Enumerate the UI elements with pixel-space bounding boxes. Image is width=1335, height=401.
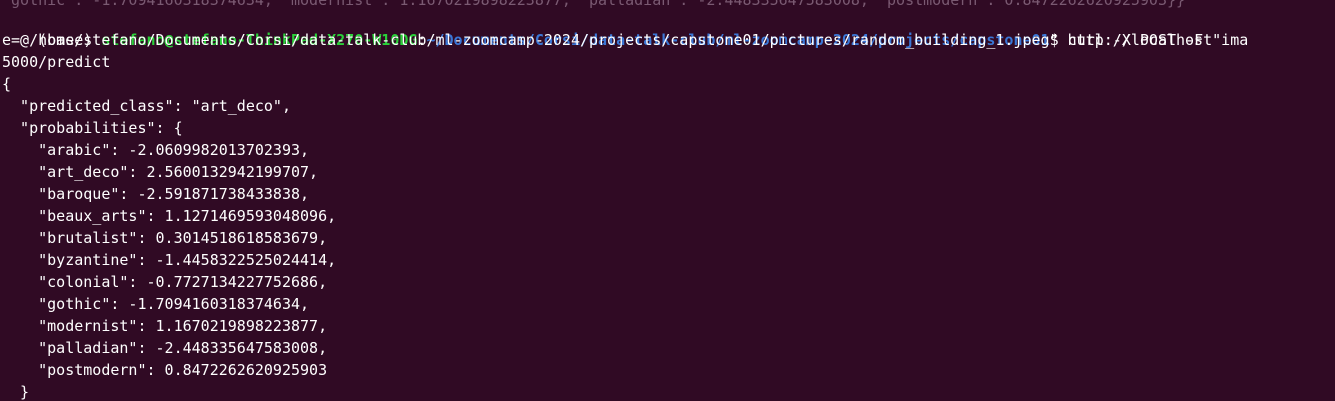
output-line: { bbox=[2, 75, 12, 93]
command-continuation-line: 5000/predict bbox=[2, 53, 111, 71]
output-line: "brutalist": 0.3014518618583679, bbox=[2, 229, 328, 247]
output-line: "art_deco": 2.5600132942199707, bbox=[2, 163, 319, 181]
prompt-line: (base) stefano@stefano-ThinkPad-X270-W10… bbox=[2, 7, 1248, 49]
output-line: "predicted_class": "art_deco", bbox=[2, 97, 291, 115]
command-continuation-line: e=@/home/stefano/Documents/Corsi/data-ta… bbox=[2, 31, 1213, 49]
output-line: "beaux_arts": 1.1271469593048096, bbox=[2, 207, 337, 225]
output-line: "palladian": -2.448335647583008, bbox=[2, 339, 328, 357]
output-line: "baroque": -2.591871738433838, bbox=[2, 185, 310, 203]
output-line: "colonial": -0.7727134227752686, bbox=[2, 273, 328, 291]
output-line: "probabilities": { bbox=[2, 119, 183, 137]
output-line: "modernist": 1.1670219898223877, bbox=[2, 317, 328, 335]
output-line: "gothic": -1.7094160318374634, bbox=[2, 295, 310, 313]
output-line: "byzantine": -1.4458322525024414, bbox=[2, 251, 337, 269]
output-line: } bbox=[2, 383, 30, 401]
output-line: "arabic": -2.0609982013702393, bbox=[2, 141, 310, 159]
output-line: "postmodern": 0.8472262620925903 bbox=[2, 361, 328, 379]
terminal-window[interactable]: "gothic": -1.7094160318374634, "modernis… bbox=[0, 0, 1335, 401]
